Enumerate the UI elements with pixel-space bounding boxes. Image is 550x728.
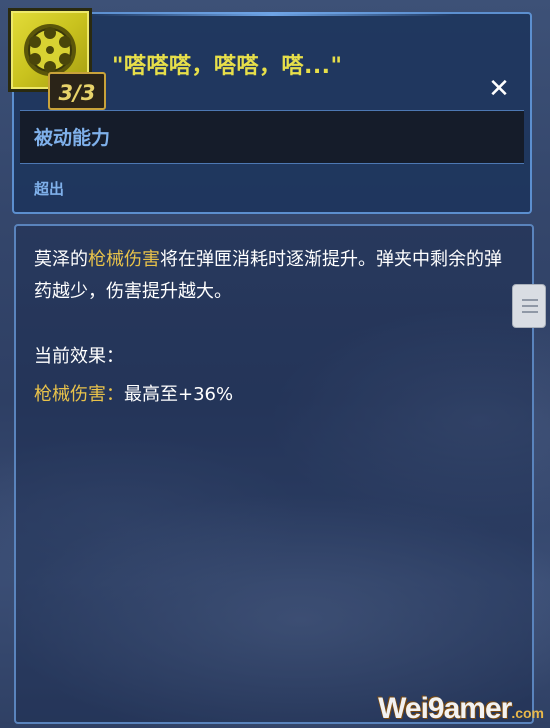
effect-stat-label: 枪械伤害： (34, 384, 124, 405)
skill-quote-title: "嗒嗒嗒，嗒嗒，嗒..." (112, 54, 343, 79)
charge-count-badge: 3/3 (48, 72, 106, 110)
effect-stat-row: 枪械伤害：最高至+36% (34, 380, 233, 406)
scroll-handle[interactable] (512, 284, 546, 328)
effect-stat-value: 最高至+36% (124, 384, 234, 405)
skill-description: 莫泽的枪械伤害将在弹匣消耗时逐渐提升。弹夹中剩余的弹药越少，伤害提升越大。 (34, 244, 514, 308)
ability-type-bar: 被动能力 (20, 110, 524, 164)
watermark-sub: .com (511, 705, 544, 721)
site-watermark: Wei9amer.com (378, 692, 544, 726)
skill-header-card: 3/3 "嗒嗒嗒，嗒嗒，嗒..." ✕ 被动能力 超出 (8, 8, 532, 214)
close-icon: ✕ (488, 74, 510, 104)
ability-tag: 超出 (34, 180, 65, 198)
description-card: 莫泽的枪械伤害将在弹匣消耗时逐渐提升。弹夹中剩余的弹药越少，伤害提升越大。 当前… (14, 224, 534, 724)
current-effect-heading: 当前效果： (34, 346, 124, 367)
description-highlight: 枪械伤害 (88, 249, 160, 270)
grip-line (522, 299, 538, 301)
grip-line (522, 305, 538, 307)
watermark-text: Wei9amer (378, 692, 512, 725)
ability-type-label: 被动能力 (34, 127, 111, 149)
close-button[interactable]: ✕ (486, 76, 512, 102)
description-prefix: 莫泽的 (34, 249, 88, 270)
grip-line (522, 311, 538, 313)
